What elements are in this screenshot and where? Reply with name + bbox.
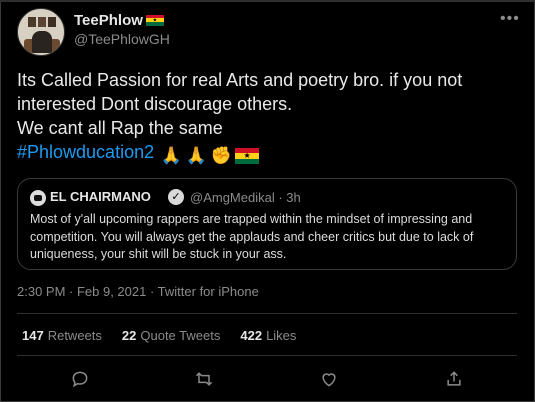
verified-badge-icon: ✓ — [168, 189, 184, 205]
retweets-stat[interactable]: 147 Retweets — [22, 328, 102, 343]
ghana-flag-icon: ★ — [145, 14, 164, 27]
avatar-picture-frame — [38, 17, 46, 27]
quoted-tweet-text: Most of y'all upcoming rappers are trapp… — [30, 211, 510, 264]
quoted-text-line: competition. You will always get the app… — [30, 229, 474, 244]
folded-hands-icon: 🙏 — [185, 146, 207, 165]
folded-hands-icon: 🙏 — [160, 146, 182, 165]
like-icon[interactable] — [316, 366, 342, 392]
avatar-picture-frame — [28, 17, 36, 27]
tweet-text-line: Its Called Passion for real Arts and poe… — [17, 70, 463, 90]
quoted-tweet-card[interactable]: EL CHAIRMANO ✓ @AmgMedikal · 3h Most of … — [17, 178, 517, 270]
retweets-count: 147 — [22, 328, 44, 343]
tweet-hashtag-line: #Phlowducation2 🙏 🙏 ✊ ★ — [17, 140, 527, 167]
quoted-author-name: EL CHAIRMANO — [50, 189, 151, 204]
engagement-stats: 147 Retweets 22 Quote Tweets 422 Likes — [22, 328, 296, 343]
actions-top-divider — [17, 355, 517, 356]
quoted-text-line: Most of y'all upcoming rappers are trapp… — [30, 212, 473, 226]
author-handle[interactable]: @TeePhlowGH — [74, 31, 170, 47]
quoted-author-handle-time: @AmgMedikal · 3h — [190, 190, 301, 205]
author-name-text: TeePhlow — [74, 12, 143, 29]
hashtag-link[interactable]: #Phlowducation2 — [17, 142, 154, 162]
tweet-text-line: interested Dont discourage others. — [17, 94, 293, 114]
avatar-person — [32, 31, 52, 53]
quoted-author-avatar — [30, 190, 46, 206]
top-divider — [0, 0, 535, 2]
likes-count: 422 — [240, 328, 263, 343]
likes-label: Likes — [266, 328, 297, 343]
tweet-timestamp[interactable]: 2:30 PM · Feb 9, 2021 · Twitter for iPho… — [17, 284, 259, 299]
more-options-icon[interactable]: ••• — [500, 11, 520, 27]
raised-fist-icon: ✊ — [210, 146, 232, 165]
tweet-text-line: We cant all Rap the same — [17, 118, 223, 138]
quoted-text-line: uniqueness, your shit will be stuck in y… — [30, 247, 287, 261]
retweets-label: Retweets — [47, 328, 102, 343]
share-icon[interactable] — [441, 366, 467, 392]
reply-icon[interactable] — [67, 366, 93, 392]
tweet-text: Its Called Passion for real Arts and poe… — [17, 68, 527, 167]
avatar-picture-frame — [48, 17, 56, 27]
quote-tweets-label: Quote Tweets — [140, 328, 221, 343]
stats-top-divider — [17, 313, 517, 314]
ghana-flag-icon: ★ — [235, 148, 260, 164]
quote-tweets-stat[interactable]: 22 Quote Tweets — [122, 328, 220, 343]
tweet-action-bar — [0, 366, 535, 392]
author-display-name[interactable]: TeePhlow ★ — [74, 12, 164, 29]
author-avatar[interactable] — [17, 8, 65, 56]
quote-tweets-count: 22 — [121, 328, 137, 343]
emoji-row: 🙏 🙏 ✊ ★ — [160, 145, 260, 167]
retweet-icon[interactable] — [191, 366, 217, 392]
likes-stat[interactable]: 422 Likes — [240, 328, 296, 343]
